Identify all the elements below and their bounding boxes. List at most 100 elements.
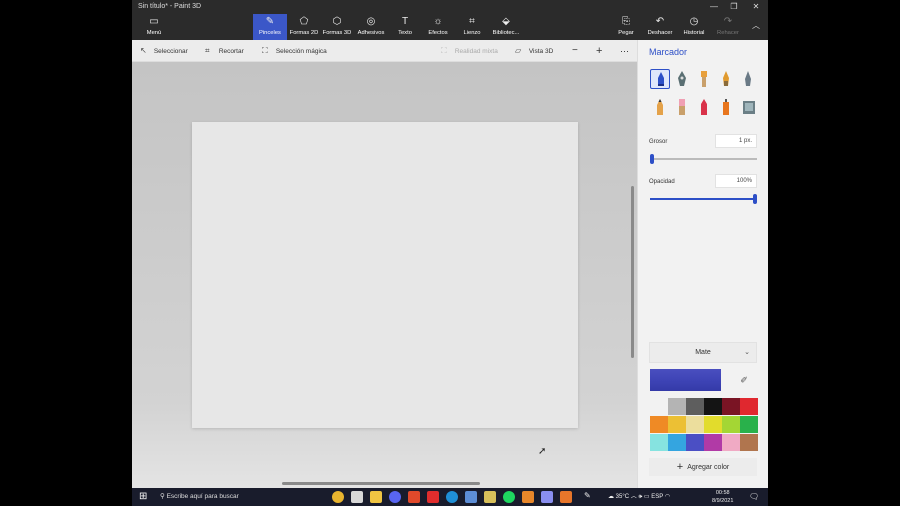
color-swatch[interactable] — [650, 416, 668, 433]
crayon-brush[interactable] — [694, 97, 714, 117]
file-explorer-icon[interactable] — [370, 491, 382, 503]
add-color-button[interactable]: + Agregar color — [649, 458, 757, 476]
tab-text[interactable]: T Texto — [387, 14, 423, 40]
menu-button[interactable]: ▭ Menú — [136, 14, 172, 40]
collapse-ribbon-icon[interactable]: ︿ — [746, 20, 766, 32]
slider-thumb[interactable] — [753, 194, 757, 204]
taskbar-search[interactable]: ⚲ Escribe aquí para buscar — [160, 491, 239, 503]
color-swatch[interactable] — [650, 434, 668, 451]
paint3d-taskbar-icon[interactable] — [541, 491, 553, 503]
redo-button[interactable]: ↷ Rehacer — [710, 14, 746, 40]
tab-brushes[interactable]: ✎ Pinceles — [253, 14, 287, 40]
notification-icon[interactable]: 🗨 — [749, 492, 759, 501]
eyedropper-icon[interactable]: ✐ — [732, 369, 756, 391]
windows-taskbar: ⊞ ⚲ Escribe aquí para buscar ✎ ☁ 35°C ︿ … — [132, 488, 768, 506]
tab-label: Bibliotec... — [492, 30, 520, 36]
color-swatch[interactable] — [650, 398, 668, 415]
clock[interactable]: 00:58 8/9/2021 — [712, 489, 733, 505]
color-swatch[interactable] — [722, 434, 740, 451]
menu-icon: ▭ — [149, 16, 159, 27]
calligraphy-pen-brush[interactable] — [672, 69, 692, 89]
color-swatch[interactable] — [686, 434, 704, 451]
vertical-scrollbar[interactable] — [631, 186, 634, 358]
color-swatch[interactable] — [668, 434, 686, 451]
fill-brush[interactable] — [738, 97, 758, 117]
oil-brush[interactable] — [694, 69, 714, 89]
current-color-swatch[interactable] — [650, 369, 721, 391]
eraser-brush[interactable] — [672, 97, 692, 117]
color-swatch[interactable] — [740, 434, 758, 451]
tab-shapes-3d[interactable]: ⬡ Formas 3D — [319, 14, 355, 40]
select-button[interactable]: ↖ Seleccionar — [140, 44, 188, 58]
color-swatch[interactable] — [740, 416, 758, 433]
color-swatch[interactable] — [686, 416, 704, 433]
redo-icon: ↷ — [723, 16, 733, 27]
paste-button[interactable]: ⎘ Pegar — [608, 14, 644, 40]
drawing-canvas[interactable] — [192, 122, 578, 428]
more-options-icon[interactable]: ⋯ — [620, 44, 629, 58]
discord-icon[interactable] — [389, 491, 401, 503]
opacity-input[interactable]: 100% — [715, 174, 757, 188]
watercolor-brush[interactable] — [716, 69, 736, 89]
color-swatch[interactable] — [668, 398, 686, 415]
pixel-pen-brush[interactable] — [738, 69, 758, 89]
maximize-button[interactable]: ❐ — [724, 1, 744, 13]
thickness-input[interactable]: 1 px. — [715, 134, 757, 148]
window-title: Sin título* - Paint 3D — [138, 3, 202, 10]
thickness-slider[interactable] — [650, 154, 757, 164]
undo-button[interactable]: ↶ Deshacer — [642, 14, 678, 40]
launcher-icon[interactable] — [484, 491, 496, 503]
magic-select-button[interactable]: ⛶ Selección mágica — [262, 44, 327, 58]
view-3d-toggle[interactable]: ▱ Vista 3D — [515, 44, 553, 58]
opacity-slider[interactable] — [650, 194, 757, 204]
pen-workspace-icon[interactable]: ✎ — [584, 491, 596, 503]
horizontal-scrollbar[interactable] — [282, 482, 480, 485]
tab-effects[interactable]: ☼ Efectos — [420, 14, 456, 40]
battery-icon: ▭ — [643, 494, 650, 500]
color-swatch[interactable] — [668, 416, 686, 433]
color-swatch[interactable] — [740, 398, 758, 415]
mixed-reality-button[interactable]: ⛶ Realidad mixta — [441, 44, 498, 58]
minimize-button[interactable]: — — [704, 1, 724, 13]
crop-button[interactable]: ⌗ Recortar — [205, 44, 244, 58]
color-swatch[interactable] — [704, 434, 722, 451]
windows-start-icon[interactable]: ⊞ — [139, 491, 151, 503]
edge-icon[interactable] — [446, 491, 458, 503]
library-icon: ⬙ — [502, 16, 510, 27]
close-button[interactable]: ✕ — [746, 1, 766, 13]
roblox-icon[interactable] — [427, 491, 439, 503]
marker-brush[interactable] — [650, 69, 670, 89]
color-swatch[interactable] — [704, 398, 722, 415]
color-swatch[interactable] — [722, 398, 740, 415]
tab-shapes-2d[interactable]: ⬠ Formas 2D — [286, 14, 322, 40]
tab-library[interactable]: ⬙ Bibliotec... — [488, 14, 524, 40]
zoom-in-button[interactable]: + — [596, 44, 602, 58]
chrome-icon[interactable] — [332, 491, 344, 503]
history-label: Historial — [683, 30, 705, 36]
app-icon[interactable] — [560, 491, 572, 503]
pencil-brush[interactable] — [650, 97, 670, 117]
java-icon[interactable] — [408, 491, 420, 503]
color-swatch[interactable] — [686, 398, 704, 415]
crop-label: Recortar — [218, 48, 244, 55]
panel-title: Marcador — [649, 47, 688, 57]
color-swatch[interactable] — [704, 416, 722, 433]
tab-canvas[interactable]: ⌗ Lienzo — [454, 14, 490, 40]
language-indicator[interactable]: ESP — [651, 494, 663, 500]
game-icon[interactable] — [522, 491, 534, 503]
zoom-out-button[interactable]: − — [572, 44, 578, 58]
slider-thumb[interactable] — [650, 154, 654, 164]
toolbar: ↖ Seleccionar ⌗ Recortar ⛶ Selección mág… — [132, 40, 637, 62]
search-icon: ⚲ — [160, 493, 165, 500]
store-icon[interactable] — [351, 491, 363, 503]
finish-dropdown[interactable]: Mate ⌄ — [649, 342, 757, 363]
spray-can-brush[interactable] — [716, 97, 736, 117]
volume-icon[interactable]: 🕪 — [638, 494, 642, 500]
taskview-app-icon[interactable] — [465, 491, 477, 503]
chevron-up-icon[interactable]: ︿ — [631, 494, 637, 500]
tab-stickers[interactable]: ◎ Adhesivos — [353, 14, 389, 40]
history-button[interactable]: ◷ Historial — [676, 14, 712, 40]
color-swatch[interactable] — [722, 416, 740, 433]
clock-date: 8/9/2021 — [712, 498, 734, 504]
spotify-icon[interactable] — [503, 491, 515, 503]
